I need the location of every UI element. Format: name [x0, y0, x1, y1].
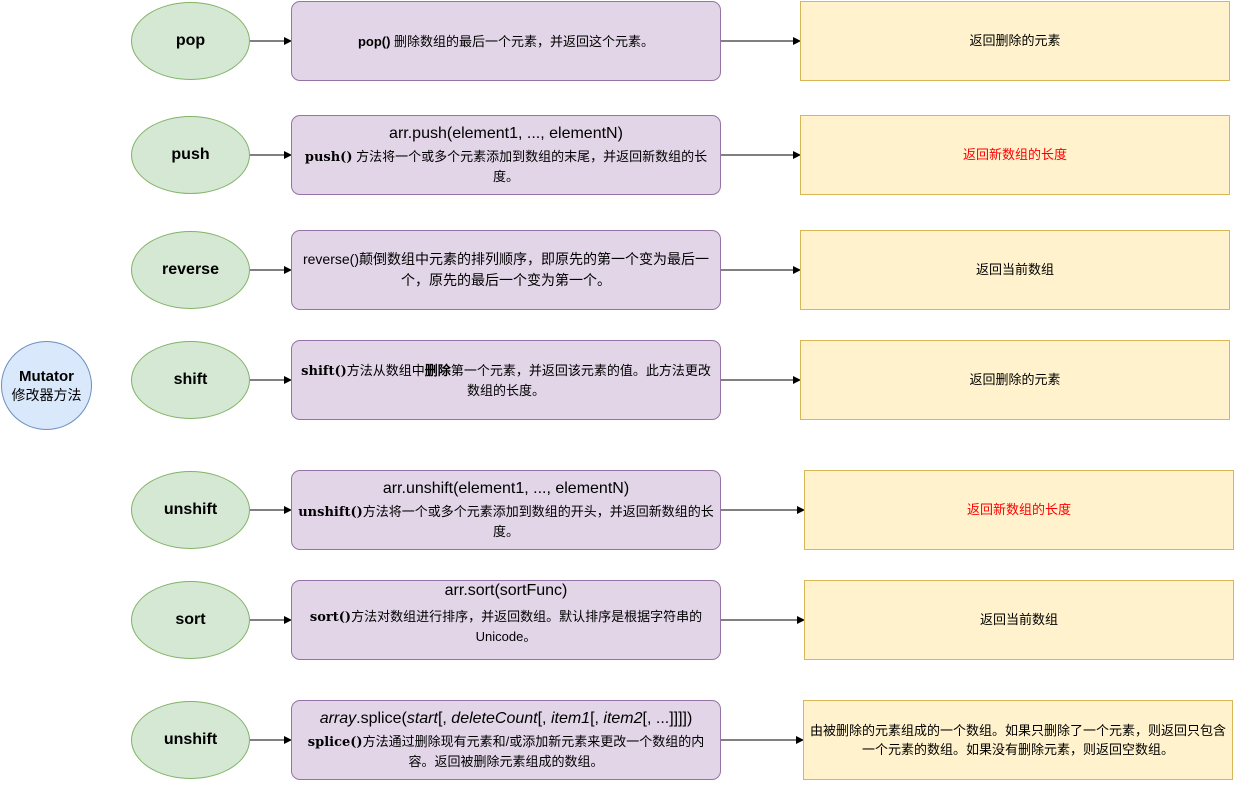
desc-text: reverse()颠倒数组中元素的排列顺序，即原先的第一个变为最后一个，原先的最… [302, 251, 709, 288]
method-node-splice: unshift [131, 701, 250, 779]
desc-text: splice()方法通过删除现有元素和/或添加新元素来更改一个数组的内容。返回被… [296, 732, 716, 771]
return-label: 返回新数组的长度 [962, 147, 1067, 162]
return-node-reverse: 返回当前数组 [800, 230, 1230, 310]
mutator-root-node: Mutator 修改器方法 [1, 341, 92, 430]
return-node-shift: 返回删除的元素 [800, 340, 1230, 420]
return-node-pop: 返回删除的元素 [800, 1, 1230, 81]
desc-code: unshift() [298, 505, 363, 520]
method-label: unshift [163, 731, 218, 748]
desc-text: pop() 删除数组的最后一个元素，并返回这个元素。 [358, 32, 654, 51]
root-subtitle: 修改器方法 [11, 386, 82, 403]
desc-code: push() [304, 150, 353, 165]
desc-bold: pop() [357, 33, 391, 49]
sig-part: item1 [550, 710, 591, 727]
desc-bold: 删除 [424, 362, 451, 378]
return-node-splice: 由被删除的元素组成的一个数组。如果只删除了一个元素，则返回只包含一个元素的数组。… [803, 700, 1233, 780]
return-node-unshift: 返回新数组的长度 [804, 470, 1234, 550]
desc-node-sort: arr.sort(sortFunc) sort()方法对数组进行排序，并返回数组… [291, 580, 721, 660]
desc-signature: array.splice(start[, deleteCount[, item1… [320, 709, 693, 729]
return-label: 返回当前数组 [979, 612, 1058, 627]
return-label: 由被删除的元素组成的一个数组。如果只删除了一个元素，则返回只包含一个元素的数组。… [810, 723, 1227, 757]
desc-text: shift()方法从数组中删除第一个元素，并返回该元素的值。此方法更改数组的长度… [296, 361, 716, 400]
desc-rest: 方法将一个或多个元素添加到数组的开头，并返回新数组的长度。 [362, 504, 714, 539]
desc-node-shift: shift()方法从数组中删除第一个元素，并返回该元素的值。此方法更改数组的长度… [291, 340, 721, 420]
return-node-sort: 返回当前数组 [804, 580, 1234, 660]
desc-node-pop: pop() 删除数组的最后一个元素，并返回这个元素。 [291, 1, 721, 81]
desc-code: splice() [307, 735, 363, 750]
desc-rest: 删除数组的最后一个元素，并返回这个元素。 [390, 33, 655, 49]
desc-pre: 方法从数组中 [346, 362, 425, 378]
desc-rest: 方法对数组进行排序，并返回数组。默认排序是根据字符串的Unicode。 [351, 608, 703, 644]
sig-part: array [319, 710, 357, 727]
method-node-push: push [131, 116, 250, 194]
desc-code: sort() [309, 609, 352, 625]
desc-text: push() 方法将一个或多个元素添加到数组的末尾，并返回新数组的长度。 [296, 147, 716, 186]
desc-rest: 第一个元素，并返回该元素的值。此方法更改数组的长度。 [450, 362, 711, 398]
desc-node-reverse: reverse()颠倒数组中元素的排列顺序，即原先的第一个变为最后一个，原先的最… [291, 230, 721, 310]
desc-rest: 方法将一个或多个元素添加到数组的末尾，并返回新数组的长度。 [352, 149, 708, 184]
method-node-sort: sort [131, 581, 250, 659]
desc-text: unshift()方法将一个或多个元素添加到数组的开头，并返回新数组的长度。 [296, 502, 716, 541]
desc-signature: arr.unshift(element1, ..., elementN) [382, 480, 630, 497]
sig-part: item2 [603, 710, 643, 727]
method-label: push [171, 146, 210, 163]
desc-text: sort()方法对数组进行排序，并返回数组。默认排序是根据字符串的Unicode… [296, 607, 716, 646]
method-node-shift: shift [131, 341, 250, 419]
method-label: sort [175, 611, 206, 628]
desc-signature: arr.sort(sortFunc) [444, 582, 568, 599]
return-label: 返回删除的元素 [969, 372, 1061, 387]
sig-part: start [406, 710, 438, 727]
desc-node-splice: array.splice(start[, deleteCount[, item1… [291, 700, 721, 780]
root-title: Mutator [19, 367, 74, 385]
desc-node-push: arr.push(element1, ..., elementN) push()… [291, 115, 721, 195]
sig-part: deleteCount [451, 710, 538, 727]
return-label: 返回新数组的长度 [966, 502, 1071, 517]
desc-node-unshift: arr.unshift(element1, ..., elementN) uns… [291, 470, 721, 550]
method-label: shift [173, 371, 208, 388]
sig-part: .splice( [356, 710, 407, 727]
method-node-pop: pop [131, 2, 250, 80]
sig-part: [, ...]]]]) [642, 710, 693, 727]
return-label: 返回当前数组 [975, 262, 1054, 277]
desc-signature: arr.push(element1, ..., elementN) [389, 125, 623, 142]
sig-part: [, [590, 710, 604, 727]
method-label: pop [175, 32, 206, 49]
method-node-reverse: reverse [131, 231, 250, 309]
sig-part: [, [437, 710, 452, 727]
method-label: unshift [163, 501, 218, 518]
desc-code: shift() [301, 363, 347, 379]
method-label: reverse [162, 261, 219, 278]
return-label: 返回删除的元素 [969, 33, 1061, 48]
desc-rest: 方法通过删除现有元素和/或添加新元素来更改一个数组的内容。返回被删除元素组成的数… [362, 734, 705, 769]
return-node-push: 返回新数组的长度 [800, 115, 1230, 195]
sig-part: [, [537, 710, 551, 727]
method-node-unshift: unshift [131, 471, 250, 549]
